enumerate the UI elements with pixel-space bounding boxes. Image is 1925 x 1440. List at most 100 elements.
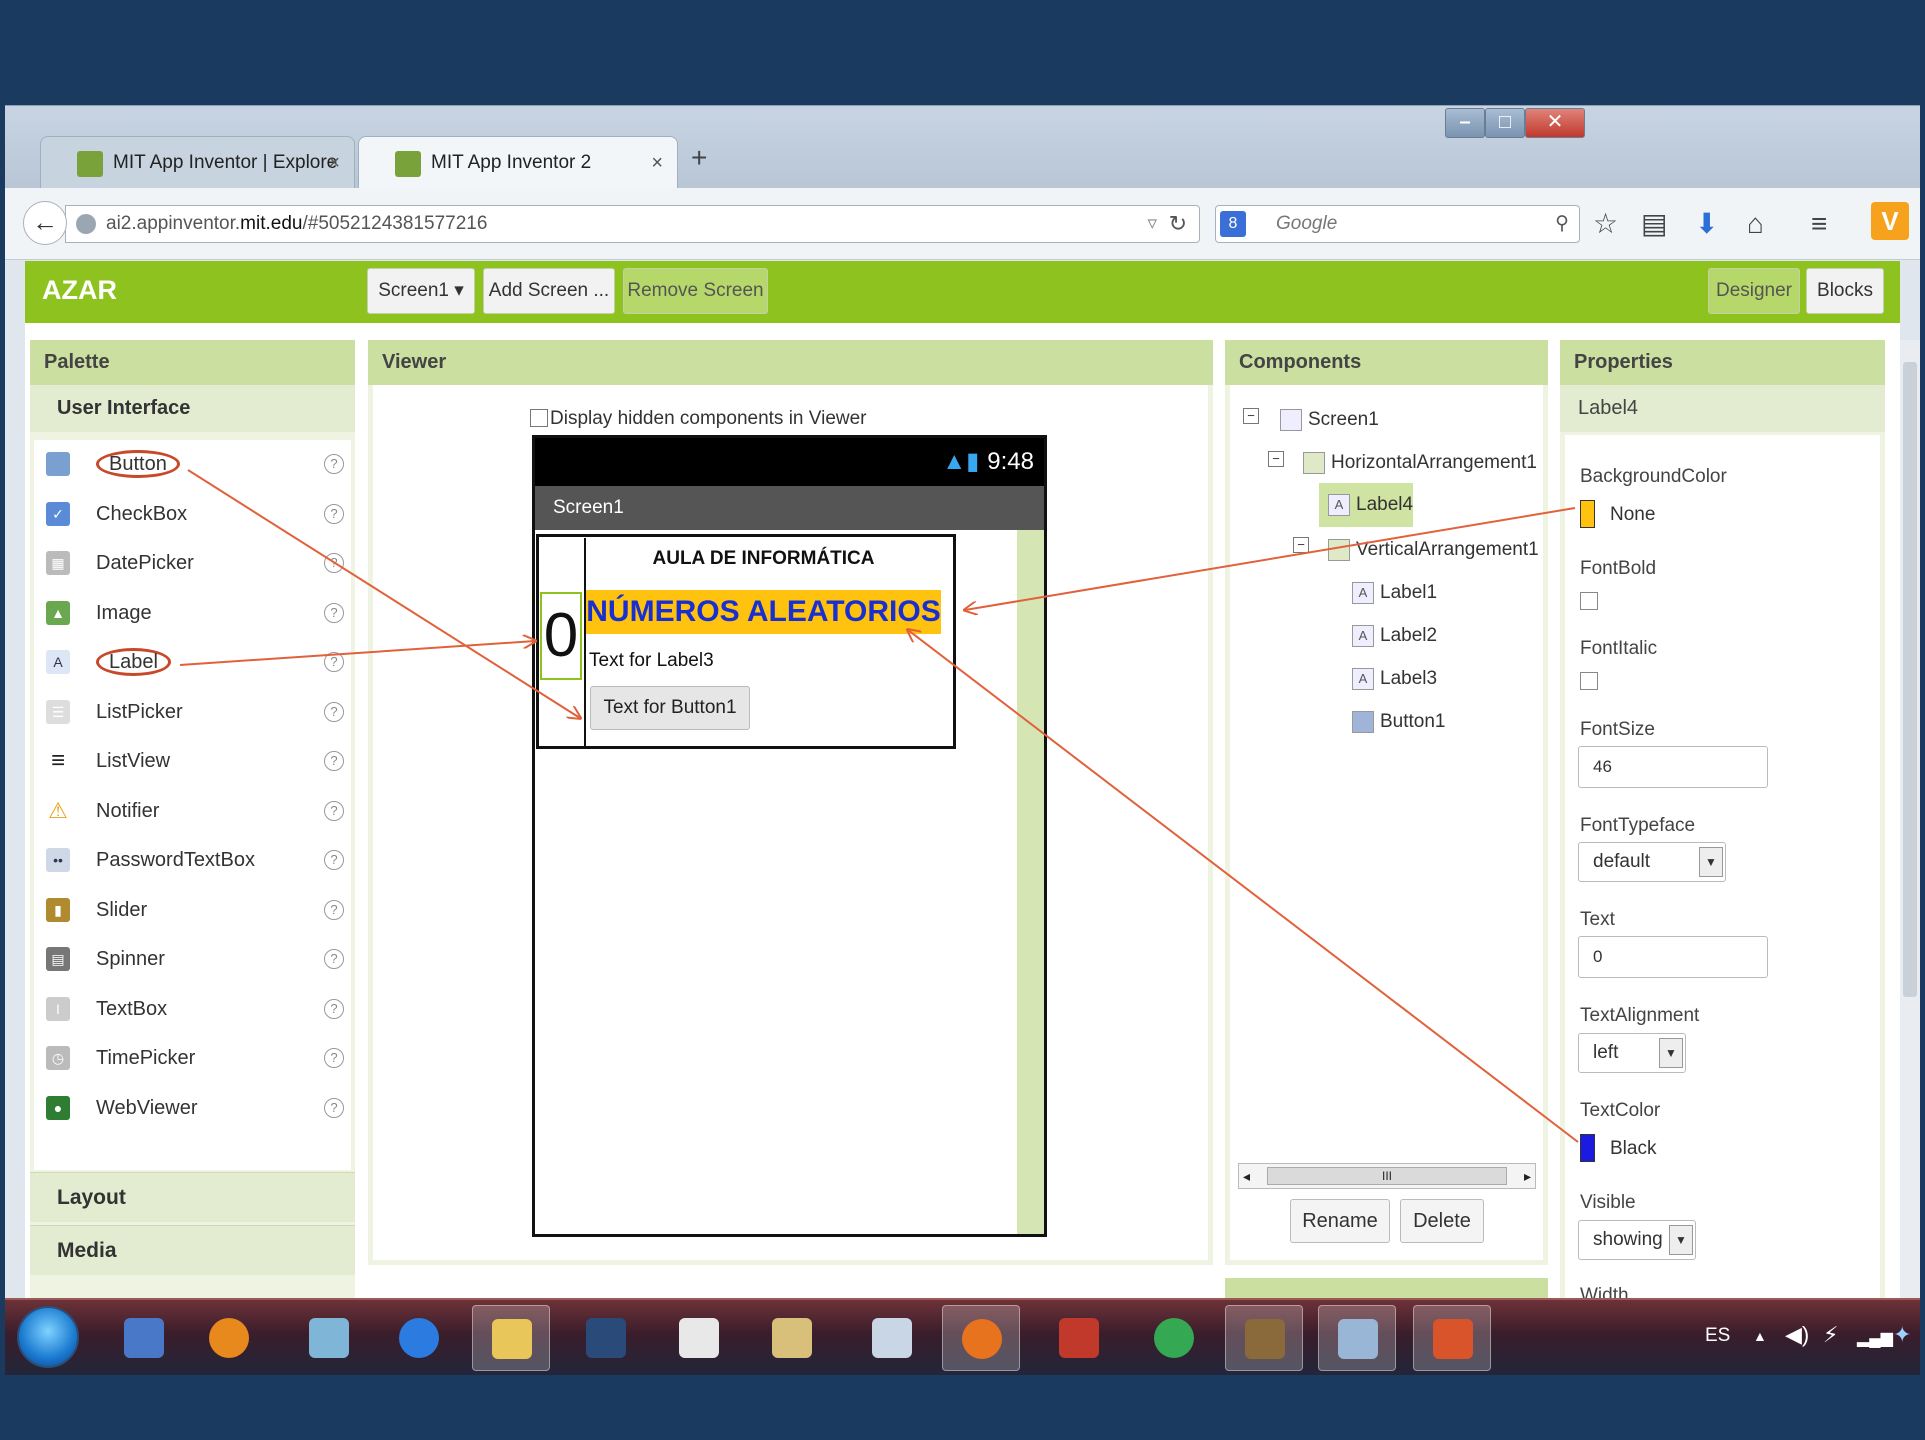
help-icon[interactable]: ?: [324, 1048, 344, 1068]
gimp-icon[interactable]: [1225, 1305, 1303, 1371]
maximize-button[interactable]: □: [1485, 108, 1525, 138]
vertical-arrangement[interactable]: AULA DE INFORMÁTICA NÚMEROS ALEATORIOS T…: [584, 538, 941, 746]
palette-item-textbox[interactable]: I TextBox?: [34, 985, 354, 1034]
button1-preview[interactable]: Text for Button1: [590, 686, 750, 730]
help-icon[interactable]: ?: [324, 602, 344, 623]
help-icon[interactable]: ?: [324, 701, 344, 722]
palette-item-timepicker[interactable]: ◷ TimePicker?: [34, 1034, 354, 1083]
fontitalic-checkbox[interactable]: [1580, 672, 1598, 690]
page-scroll-thumb[interactable]: [1903, 362, 1917, 997]
palette-item-notifier[interactable]: ⚠ Notifier?: [34, 787, 354, 836]
media-category[interactable]: Media: [30, 1225, 355, 1275]
fontsize-input[interactable]: 46: [1578, 746, 1768, 788]
notebook-icon[interactable]: [290, 1305, 368, 1371]
remove-screen-button[interactable]: Remove Screen: [623, 268, 768, 314]
delete-button[interactable]: Delete: [1400, 1199, 1484, 1243]
dropdown-arrow-icon[interactable]: ▼: [1699, 847, 1723, 877]
tab-close-icon[interactable]: ×: [651, 137, 663, 189]
fontbold-checkbox[interactable]: [1580, 592, 1598, 610]
search-input[interactable]: 8 Google ⚲: [1215, 205, 1580, 243]
palette-item-datepicker[interactable]: ▦ DatePicker?: [34, 539, 354, 588]
display-hidden-checkbox[interactable]: Display hidden components in Viewer: [530, 408, 867, 430]
back-button[interactable]: ←: [23, 201, 67, 245]
network-icon[interactable]: ▂▄▆: [1857, 1328, 1893, 1348]
bookmark-star-icon[interactable]: ☆: [1593, 208, 1618, 240]
dropbox-icon[interactable]: ✦: [1893, 1322, 1911, 1348]
textalignment-select[interactable]: left ▼: [1578, 1033, 1686, 1073]
palette-item-image[interactable]: ▲ Image?: [34, 589, 354, 638]
mail-icon[interactable]: [853, 1305, 931, 1371]
page-scrollbar[interactable]: [1900, 340, 1920, 1298]
layout-category[interactable]: Layout: [30, 1172, 355, 1222]
tray-expand-icon[interactable]: ▲: [1753, 1328, 1767, 1344]
designer-button[interactable]: Designer: [1708, 268, 1800, 314]
add-screen-button[interactable]: Add Screen ...: [483, 268, 615, 314]
label1-preview[interactable]: AULA DE INFORMÁTICA: [586, 548, 941, 570]
tree-item-label1[interactable]: A Label1: [1352, 578, 1437, 608]
visible-select[interactable]: showing ▼: [1578, 1220, 1696, 1260]
tab-app-inventor[interactable]: MIT App Inventor 2 ×: [358, 136, 678, 188]
label4-preview[interactable]: 0: [540, 592, 582, 680]
help-icon[interactable]: ?: [324, 800, 344, 821]
close-window-button[interactable]: ✕: [1525, 108, 1585, 138]
rename-button[interactable]: Rename: [1290, 1199, 1390, 1243]
palette-item-spinner[interactable]: ▤ Spinner?: [34, 935, 354, 984]
chart-icon[interactable]: [660, 1305, 738, 1371]
media-icon[interactable]: [190, 1305, 268, 1371]
computer-icon[interactable]: [1318, 1305, 1396, 1371]
reload-icon[interactable]: ↻: [1169, 206, 1187, 242]
power-icon[interactable]: ⚡: [1823, 1322, 1838, 1348]
extension-icon[interactable]: V: [1871, 202, 1909, 240]
volume-icon[interactable]: ◀): [1785, 1322, 1809, 1348]
scroll-right-icon[interactable]: ▸: [1524, 1164, 1531, 1188]
book-icon[interactable]: [1040, 1305, 1118, 1371]
dropdown-arrow-icon[interactable]: ▼: [1659, 1038, 1683, 1068]
help-icon[interactable]: ?: [324, 503, 344, 524]
tab-close-icon[interactable]: ×: [328, 137, 340, 189]
palette-item-passwordtextbox[interactable]: •• PasswordTextBox?: [34, 836, 354, 885]
collapse-icon[interactable]: −: [1268, 451, 1284, 467]
download-icon[interactable]: ⬇: [1695, 208, 1718, 240]
tree-item-label2[interactable]: A Label2: [1352, 621, 1437, 651]
chrome-icon[interactable]: [1135, 1305, 1213, 1371]
tree-item-screen1[interactable]: Screen1: [1280, 405, 1379, 435]
ie-icon[interactable]: [380, 1305, 458, 1371]
firefox-icon[interactable]: [942, 1305, 1020, 1371]
screen-select[interactable]: Screen1 ▾: [367, 268, 475, 314]
palette-item-listview[interactable]: ≡ ListView?: [34, 737, 354, 786]
palette-item-button[interactable]: Button?: [34, 440, 354, 489]
help-icon[interactable]: ?: [324, 899, 344, 920]
help-icon[interactable]: ?: [324, 998, 344, 1019]
start-orb-icon[interactable]: [17, 1306, 79, 1368]
explorer-icon[interactable]: [753, 1305, 831, 1371]
tree-item-button1[interactable]: Button1: [1352, 707, 1446, 737]
tc-icon[interactable]: [567, 1305, 645, 1371]
powerpoint-icon[interactable]: [1413, 1305, 1491, 1371]
dropdown-history-icon[interactable]: ▿: [1147, 206, 1157, 242]
collapse-icon[interactable]: −: [1293, 537, 1309, 553]
search-icon[interactable]: ⚲: [1555, 206, 1569, 242]
minimize-button[interactable]: –: [1445, 108, 1485, 138]
components-hscroll[interactable]: ◂ III ▸: [1238, 1163, 1536, 1189]
collapse-icon[interactable]: −: [1243, 408, 1259, 424]
help-icon[interactable]: ?: [324, 1097, 344, 1118]
help-icon[interactable]: ?: [324, 751, 344, 771]
palette-item-slider[interactable]: ▮ Slider?: [34, 886, 354, 935]
paint-icon[interactable]: [105, 1305, 183, 1371]
tree-item-verticalarrangement1[interactable]: VerticalArrangement1: [1328, 535, 1539, 565]
help-icon[interactable]: ?: [324, 850, 344, 870]
scroll-thumb[interactable]: III: [1267, 1167, 1507, 1185]
help-icon[interactable]: ?: [324, 652, 344, 672]
background-color-value[interactable]: None: [1610, 504, 1655, 526]
scroll-left-icon[interactable]: ◂: [1243, 1164, 1250, 1188]
help-icon[interactable]: ?: [324, 553, 344, 573]
palette-item-label[interactable]: A Label?: [34, 638, 354, 687]
tree-item-label3[interactable]: A Label3: [1352, 664, 1437, 694]
tab-explore[interactable]: MIT App Inventor | Explore ... ×: [40, 136, 355, 225]
blocks-button[interactable]: Blocks: [1806, 268, 1884, 314]
tree-item-label4[interactable]: A Label4: [1328, 490, 1413, 520]
new-tab-button[interactable]: +: [691, 142, 707, 174]
label3-preview[interactable]: Text for Label3: [589, 650, 714, 672]
text-input[interactable]: 0: [1578, 936, 1768, 978]
label2-preview[interactable]: NÚMEROS ALEATORIOS: [586, 590, 941, 634]
